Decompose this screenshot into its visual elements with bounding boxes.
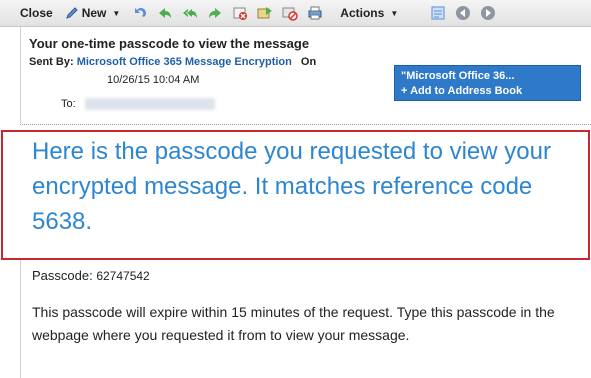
contact-popup[interactable]: "Microsoft Office 36... + Add to Address…: [394, 65, 581, 101]
message-header: Your one-time passcode to view the messa…: [20, 27, 591, 123]
contact-name: "Microsoft Office 36...: [401, 70, 515, 82]
prev-icon[interactable]: [455, 5, 471, 21]
chevron-down-icon: ▼: [112, 8, 121, 18]
sender-link[interactable]: Microsoft Office 365 Message Encryption: [77, 56, 292, 68]
forward-icon[interactable]: [207, 5, 223, 21]
new-label: New: [81, 6, 107, 20]
passcode-label: Passcode:: [32, 268, 93, 283]
sent-by-label: Sent By:: [29, 56, 74, 68]
to-label: To:: [61, 98, 76, 110]
passcode-headline: Here is the passcode you requested to vi…: [32, 138, 551, 235]
expiry-paragraph: This passcode will expire within 15 minu…: [32, 304, 555, 343]
sent-by-row: Sent By: Microsoft Office 365 Message En…: [29, 56, 316, 68]
actions-label: Actions: [340, 6, 385, 20]
reply-all-icon[interactable]: [182, 5, 198, 21]
undo-icon[interactable]: [132, 5, 148, 21]
header-divider: [20, 124, 591, 125]
close-label: Close: [20, 6, 53, 20]
new-button[interactable]: New ▼: [65, 6, 121, 20]
block-icon[interactable]: [282, 5, 299, 21]
actions-button[interactable]: Actions ▼: [340, 6, 398, 20]
chevron-down-icon: ▼: [390, 8, 399, 18]
move-icon[interactable]: [257, 5, 273, 21]
delete-icon[interactable]: [232, 5, 248, 21]
next-icon[interactable]: [480, 5, 496, 21]
on-label: On: [300, 56, 317, 68]
reply-icon[interactable]: [157, 5, 173, 21]
passcode-row: Passcode: 62747542: [32, 268, 150, 283]
message-subject: Your one-time passcode to view the messa…: [29, 36, 310, 51]
passcode-value: 62747542: [96, 269, 150, 283]
add-to-address-book-link[interactable]: + Add to Address Book: [401, 84, 574, 99]
print-icon[interactable]: [307, 5, 323, 21]
close-button[interactable]: Close: [20, 6, 53, 20]
to-recipient-redacted: [85, 98, 215, 110]
sent-date: 10/26/15 10:04 AM: [107, 74, 200, 86]
toolbar: Close New ▼ Actions ▼: [0, 0, 591, 27]
pencil-icon: [65, 7, 78, 19]
body-left-border: [20, 260, 21, 378]
list-icon[interactable]: [430, 5, 446, 21]
